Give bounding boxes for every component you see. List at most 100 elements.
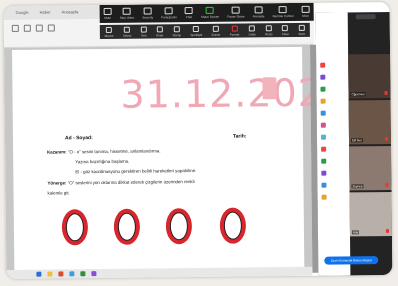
browser-tab[interactable]: Haber <box>40 10 51 15</box>
print-icon[interactable] <box>35 24 43 32</box>
app-icon[interactable] <box>321 170 327 176</box>
pdf-icon[interactable] <box>58 271 64 277</box>
annotate-eraser[interactable]: Eraser <box>211 25 220 36</box>
app-icon[interactable] <box>320 62 326 68</box>
stamp-icon <box>173 25 180 32</box>
toolbar-annotate[interactable]: Annotate <box>252 6 265 18</box>
participant-name: Ada <box>351 230 360 235</box>
annotate-select[interactable]: Select <box>123 26 131 37</box>
eraser-icon <box>212 25 219 32</box>
annotate-toolbar: Mouse Select Text Draw Stamp Spotlight E… <box>99 22 310 40</box>
annotate-format[interactable]: Format <box>230 25 239 36</box>
more-icon <box>301 5 310 13</box>
tracing-circle <box>219 207 247 244</box>
app-launcher-strip <box>315 12 351 276</box>
participant-video[interactable]: Öğretmen <box>348 53 391 99</box>
app-icon[interactable] <box>320 74 326 80</box>
toolbar-remote-control[interactable]: Remote Control <box>272 6 294 18</box>
pen-icon <box>254 6 263 14</box>
zoom-icon[interactable] <box>69 271 75 277</box>
home-icon[interactable] <box>11 24 19 32</box>
annotate-save[interactable]: Save <box>298 24 305 35</box>
taskbar <box>6 266 313 280</box>
chat-icon <box>184 7 193 15</box>
app-icon[interactable] <box>320 110 326 116</box>
mic-muted-icon <box>384 137 389 142</box>
tracing-circle <box>113 208 141 245</box>
toolbar-more[interactable]: More <box>301 5 310 18</box>
kazanim-line-2: Yazma hazırlığına başlama. <box>75 158 130 165</box>
app-icon[interactable] <box>321 182 327 188</box>
save-icon[interactable] <box>23 24 31 32</box>
toolbar-share-screen[interactable]: Share Screen <box>201 6 219 19</box>
participant-video[interactable]: Ada <box>349 191 393 237</box>
browser-tab[interactable]: Google <box>16 10 29 15</box>
redo-icon <box>265 24 272 31</box>
app-icon[interactable] <box>320 98 326 104</box>
spotlight-icon <box>193 25 200 32</box>
mic-muted-icon <box>384 91 388 96</box>
tracing-circle <box>165 208 193 245</box>
mic-muted-icon <box>385 229 389 234</box>
annotate-stamp[interactable]: Stamp <box>172 25 181 37</box>
trash-icon <box>282 24 289 31</box>
panel-header <box>355 14 376 20</box>
zoom-share-toolbar: Mute Stop Video Security Participants Ch… <box>99 2 314 24</box>
app-icon[interactable] <box>321 194 327 200</box>
kazanim-line: Kazanım: "O - o" sesini tanıma, hissetme… <box>47 148 160 154</box>
zoom-side-panel: Öğretmen Elif Nur Zeynep Ada Zoom Kumand… <box>315 11 393 276</box>
app-icon[interactable] <box>320 122 326 128</box>
screen: Google Haber Anasayfa Mute Stop Video Se… <box>3 1 393 280</box>
microphone-icon <box>103 7 112 15</box>
participant-video[interactable]: Elif Nur <box>348 99 392 145</box>
pause-icon <box>231 6 240 14</box>
worksheet-page: 31.12.2020 Ad - Soyad: Tarih: Kazanım: "… <box>12 46 348 278</box>
annotate-spotlight[interactable]: Spotlight <box>190 25 202 37</box>
annotate-undo[interactable]: Undo <box>249 24 256 36</box>
share-screen-icon <box>205 6 215 14</box>
participant-name: Zeynep <box>351 184 364 189</box>
search-icon[interactable] <box>47 24 55 32</box>
shield-icon <box>143 7 152 15</box>
app-icon[interactable] <box>320 134 326 140</box>
kazanim-line-3: El - göz koordinasyonu gerektiren belirl… <box>75 168 197 175</box>
toolbar-chat[interactable]: Chat <box>184 7 193 19</box>
document-viewer[interactable]: 31.12.2020 Ad - Soyad: Tarih: Kazanım: "… <box>4 44 348 278</box>
video-camera-icon <box>122 7 131 15</box>
select-icon <box>124 26 131 33</box>
remote-control-icon <box>278 6 288 14</box>
yonerge-text: "O" seslerini yön oklarına dikkat ederek… <box>67 179 195 186</box>
annotate-redo[interactable]: Redo <box>265 24 272 36</box>
undo-icon <box>249 24 256 31</box>
format-icon <box>231 25 238 32</box>
windows-icon[interactable] <box>36 271 42 277</box>
app-icon[interactable] <box>321 146 327 152</box>
tracing-circle <box>61 209 89 246</box>
toolbar-stop-video[interactable]: Stop Video <box>120 7 134 20</box>
yonerge-label: Yönerge: <box>47 180 67 186</box>
chrome-icon[interactable] <box>80 271 86 277</box>
toolbar-mute[interactable]: Mute <box>103 7 112 20</box>
app-icon[interactable] <box>91 271 97 277</box>
browser-tab[interactable]: Anasayfa <box>62 9 79 14</box>
toolbar-participants[interactable]: Participants <box>161 7 177 19</box>
cursor-icon <box>105 26 113 33</box>
kazanim-label: Kazanım: <box>47 149 67 155</box>
annotate-clear[interactable]: Clear <box>282 24 289 36</box>
zoom-action-button[interactable]: Zoom Kumanda Butonu Başlat <box>324 256 379 265</box>
date-label: Tarih: <box>232 133 247 140</box>
yonerge-line-2: kalemle git. <box>47 190 70 196</box>
app-icon[interactable] <box>321 158 327 164</box>
folder-icon[interactable] <box>47 271 53 277</box>
app-icon[interactable] <box>320 86 326 92</box>
date-highlight-mark <box>262 77 277 100</box>
annotate-draw[interactable]: Draw <box>156 25 163 37</box>
draw-icon <box>156 25 163 32</box>
mic-muted-icon <box>385 183 389 188</box>
annotate-mouse[interactable]: Mouse <box>104 26 114 37</box>
participant-name: Öğretmen <box>350 92 366 97</box>
participant-video[interactable]: Zeynep <box>349 145 392 191</box>
annotate-text[interactable]: Text <box>140 26 147 37</box>
toolbar-pause-share[interactable]: Pause Share <box>227 6 245 19</box>
toolbar-security[interactable]: Security <box>142 7 153 20</box>
